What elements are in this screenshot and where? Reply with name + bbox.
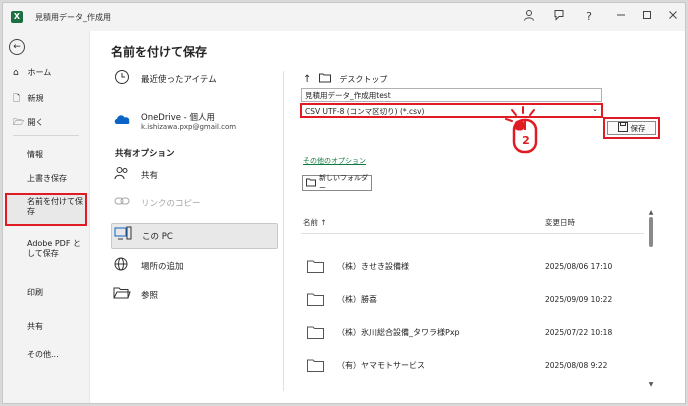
- filename-input[interactable]: 見積用データ_作成用test: [301, 88, 602, 102]
- file-row-date: 2025/08/06 17:10: [545, 262, 613, 271]
- page-title: 名前を付けて保存: [111, 45, 208, 59]
- location-recent[interactable]: 最近使ったアイテム: [111, 67, 281, 91]
- clock-icon: [111, 69, 133, 89]
- link-icon: [111, 195, 133, 211]
- nav-new-label: 新規: [27, 94, 44, 103]
- save-button-label: 保存: [630, 123, 646, 133]
- back-arrow-icon[interactable]: ←: [9, 39, 25, 55]
- nav-more[interactable]: その他...: [27, 349, 59, 360]
- location-share[interactable]: 共有: [111, 163, 281, 187]
- nav-new[interactable]: 🗋 新規: [13, 91, 44, 107]
- nav-home[interactable]: ⌂ ホーム: [13, 67, 51, 78]
- current-folder-label[interactable]: デスクトップ: [339, 74, 387, 85]
- nav-divider: [13, 135, 79, 136]
- folder-open-icon: [111, 286, 133, 304]
- file-row-name: （有）ヤマモトサービス: [337, 361, 425, 370]
- column-header-modified[interactable]: 変更日時: [545, 217, 575, 228]
- title-bar: X 見積用データ_作成用 ?: [3, 3, 685, 31]
- excel-window: X 見積用データ_作成用 ? ← ⌂ ホーム 🗋 新規 🗁 開く 情報 上書き保…: [2, 2, 686, 404]
- folder-icon: [307, 293, 324, 306]
- nav-save[interactable]: 上書き保存: [27, 173, 67, 184]
- file-row[interactable]: （株）勝喜 2025/09/09 10:22: [303, 290, 643, 310]
- location-recent-label: 最近使ったアイテム: [141, 75, 217, 85]
- chevron-down-icon: ⌄: [592, 105, 598, 113]
- onedrive-name: OneDrive - 個人用: [141, 113, 215, 123]
- up-arrow-icon[interactable]: ↑: [303, 74, 311, 85]
- save-button-highlight: 保存: [603, 117, 660, 139]
- header-divider: [301, 233, 644, 234]
- feedback-icon[interactable]: [551, 9, 567, 25]
- globe-add-icon: [111, 256, 133, 276]
- open-folder-icon: 🗁: [13, 118, 25, 128]
- nav-open[interactable]: 🗁 開く: [13, 115, 44, 131]
- location-copy-link-label: リンクのコピー: [141, 199, 201, 209]
- location-add-place[interactable]: 場所の追加: [111, 254, 281, 278]
- step-number: 2: [522, 134, 530, 147]
- shared-options-header: 共有オプション: [115, 149, 175, 159]
- scrollbar-thumb[interactable]: [649, 217, 653, 247]
- location-browse[interactable]: 参照: [111, 283, 281, 307]
- excel-logo-icon: X: [11, 11, 23, 23]
- file-row-name: （株）氷川総合設備_タワラ様Pxp: [337, 328, 460, 337]
- column-header-name[interactable]: 名前 ↑: [303, 217, 327, 228]
- scroll-down-icon[interactable]: ▼: [647, 381, 655, 388]
- file-row-date: 2025/09/09 10:22: [545, 295, 613, 304]
- new-folder-button[interactable]: 新しいフォルダー: [302, 174, 372, 192]
- onedrive-email: k.ishizawa.pxp@gmail.com: [141, 123, 237, 131]
- location-share-label: 共有: [141, 171, 159, 181]
- filetype-value: CSV UTF-8 (コンマ区切り) (*.csv): [305, 107, 425, 116]
- nav-save-as[interactable]: 名前を付けて保存: [27, 197, 83, 217]
- share-people-icon: [111, 166, 133, 184]
- help-icon[interactable]: ?: [581, 9, 597, 25]
- nav-open-label: 開く: [27, 118, 44, 127]
- nav-share[interactable]: 共有: [27, 321, 43, 332]
- new-document-icon: 🗋: [13, 94, 21, 104]
- save-disk-icon: [617, 122, 628, 134]
- onedrive-text: OneDrive - 個人用 k.ishizawa.pxp@gmail.com: [141, 111, 236, 131]
- file-row[interactable]: （株）きせき設備様 2025/08/06 17:10: [303, 257, 643, 277]
- nav-info[interactable]: 情報: [27, 149, 43, 160]
- window-title: 見積用データ_作成用: [35, 13, 111, 22]
- nav-adobe-pdf[interactable]: Adobe PDF として保存: [27, 239, 83, 259]
- close-icon[interactable]: [665, 9, 681, 25]
- onedrive-cloud-icon: [111, 113, 133, 129]
- nav-home-label: ホーム: [27, 68, 52, 77]
- location-this-pc[interactable]: この PC: [111, 223, 278, 249]
- computer-icon: [112, 226, 134, 246]
- new-folder-icon: [306, 178, 316, 189]
- backstage-nav: ← ⌂ ホーム 🗋 新規 🗁 開く 情報 上書き保存 名前を付けて保存 Adob…: [3, 31, 90, 403]
- person-icon[interactable]: [521, 9, 537, 25]
- location-onedrive[interactable]: OneDrive - 個人用 k.ishizawa.pxp@gmail.com: [111, 107, 281, 135]
- file-row-name: （株）きせき設備様: [337, 262, 409, 271]
- file-row-date: 2025/07/22 10:18: [545, 328, 613, 337]
- path-bar: ↑ デスクトップ: [303, 73, 387, 85]
- filetype-select[interactable]: CSV UTF-8 (コンマ区切り) (*.csv) ⌄: [300, 103, 603, 118]
- folder-icon: [307, 359, 324, 372]
- file-row[interactable]: （有）ヤマモトサービス 2025/08/08 9:22: [303, 356, 643, 376]
- file-list-scrollbar[interactable]: ▲ ▼: [647, 209, 655, 389]
- maximize-icon[interactable]: [639, 9, 655, 25]
- step-annotation-marker: 2: [503, 106, 553, 154]
- file-row[interactable]: （株）氷川総合設備_タワラ様Pxp 2025/07/22 10:18: [303, 323, 643, 343]
- file-row-name: （株）勝喜: [337, 295, 377, 304]
- column-divider: [283, 71, 284, 391]
- location-this-pc-label: この PC: [142, 232, 173, 242]
- location-add-place-label: 場所の追加: [141, 262, 184, 272]
- nav-print[interactable]: 印刷: [27, 287, 43, 298]
- file-row-date: 2025/08/08 9:22: [545, 361, 608, 370]
- folder-icon: [307, 260, 324, 273]
- location-copy-link: リンクのコピー: [111, 191, 281, 215]
- more-options-link[interactable]: その他のオプション: [303, 156, 366, 166]
- save-button[interactable]: 保存: [607, 121, 656, 135]
- folder-icon: [307, 326, 324, 339]
- new-folder-label: 新しいフォルダー: [319, 174, 368, 192]
- minimize-icon[interactable]: [613, 9, 629, 25]
- folder-path-icon: [319, 73, 332, 85]
- scroll-up-icon[interactable]: ▲: [647, 209, 655, 216]
- home-icon: ⌂: [13, 68, 19, 78]
- location-browse-label: 参照: [141, 291, 159, 301]
